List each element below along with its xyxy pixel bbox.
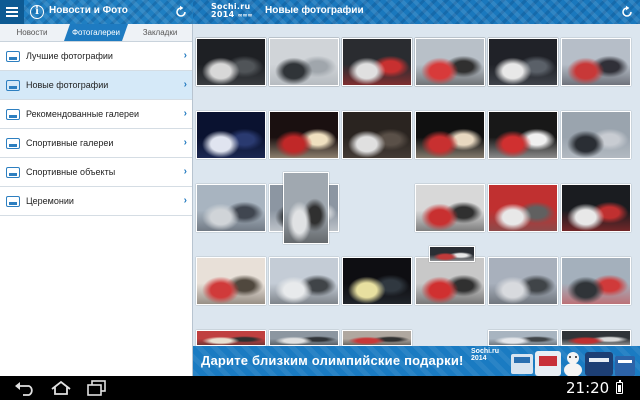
image-icon [6,79,20,91]
recent-apps-icon[interactable] [86,380,108,396]
photo-thumbnail[interactable] [429,246,475,262]
venue-icon [6,166,20,178]
photo-thumbnail[interactable] [342,111,412,159]
top-bar: i Новости и Фото Sochi.ru 2014 ∞∞∞ Новые… [0,0,640,24]
photo-thumbnail[interactable] [196,38,266,86]
gallery-icon [6,108,20,120]
photo-thumbnail[interactable] [488,111,558,159]
chevron-right-icon: › [183,166,187,177]
tab-photo-galleries[interactable]: Фотогалереи [64,24,128,41]
photo-thumbnail[interactable] [415,184,485,232]
photo-thumbnail[interactable] [196,184,266,232]
chevron-right-icon: › [183,195,187,206]
photo-thumbnail[interactable] [488,257,558,305]
photo-thumbnail[interactable] [283,172,329,244]
sidebar-item-best-photos[interactable]: Лучшие фотографии › [0,42,192,71]
photo-thumbnail[interactable] [196,257,266,305]
photo-thumbnail[interactable] [269,111,339,159]
logo-year: 2014 [211,10,235,19]
sidebar: Новости Фотогалереи Закладки Лучшие фото… [0,24,193,376]
sidebar-item-label: Лучшие фотографии [26,51,113,61]
menu-icon [6,7,18,17]
refresh-icon[interactable] [174,5,188,19]
back-icon[interactable] [14,380,36,396]
gallery-nav: Лучшие фотографии › Новые фотографии › Р… [0,42,192,216]
photo-thumbnail[interactable] [269,330,339,346]
photo-thumbnail[interactable] [561,184,631,232]
photo-thumbnail[interactable] [342,257,412,305]
photo-thumbnail[interactable] [269,38,339,86]
refresh-icon[interactable] [620,5,634,19]
gallery-icon [6,137,20,149]
sidebar-item-label: Новые фотографии [26,80,109,90]
info-icon[interactable]: i [30,5,44,19]
page-title: Новые фотографии [265,5,364,16]
tab-news[interactable]: Новости [0,24,64,41]
image-icon [6,50,20,62]
photo-thumbnail[interactable] [415,257,485,305]
sochi-logo: Sochi.ru 2014 [471,348,499,362]
sidebar-item-recommended-galleries[interactable]: Рекомендованные галереи › [0,100,192,129]
ceremony-icon [6,195,20,207]
sidebar-header: i Новости и Фото [0,0,193,24]
photo-thumbnail[interactable] [561,111,631,159]
photo-thumbnail[interactable] [561,257,631,305]
photo-thumbnail[interactable] [196,111,266,159]
sidebar-tabs: Новости Фотогалереи Закладки [0,24,192,42]
content-header: Sochi.ru 2014 ∞∞∞ Новые фотографии [193,0,640,24]
photo-thumbnail[interactable] [269,257,339,305]
tab-bookmarks[interactable]: Закладки [128,24,192,41]
sidebar-item-label: Спортивные галереи [26,138,114,148]
photo-thumbnail[interactable] [488,184,558,232]
chevron-right-icon: › [183,108,187,119]
sidebar-item-sport-galleries[interactable]: Спортивные галереи › [0,129,192,158]
ad-banner[interactable]: Дарите близким олимпийские подарки! Soch… [193,346,640,376]
chevron-right-icon: › [183,137,187,148]
sidebar-item-ceremonies[interactable]: Церемонии › [0,187,192,216]
photo-thumbnail[interactable] [342,38,412,86]
sidebar-item-label: Спортивные объекты [26,167,116,177]
sidebar-item-sport-venues[interactable]: Спортивные объекты › [0,158,192,187]
sidebar-item-label: Рекомендованные галереи [26,109,140,119]
menu-button[interactable] [0,0,24,24]
chevron-right-icon: › [183,50,187,61]
photo-grid [196,38,640,346]
logo-year: 2014 [471,355,487,362]
photo-thumbnail[interactable] [561,38,631,86]
photo-thumbnail[interactable] [196,330,266,346]
system-navigation-bar: 21:20 [0,376,640,400]
photo-thumbnail[interactable] [488,38,558,86]
app-window: i Новости и Фото Sochi.ru 2014 ∞∞∞ Новые… [0,0,640,376]
app-title: Новости и Фото [49,5,128,16]
olympic-rings-icon: ∞∞∞ [237,12,253,19]
sochi-logo: Sochi.ru 2014 ∞∞∞ [211,3,253,20]
souvenir-products-image [511,351,635,376]
clock[interactable]: 21:20 [566,379,609,397]
home-icon[interactable] [50,380,72,396]
chevron-right-icon: › [183,79,187,90]
photo-thumbnail[interactable] [415,111,485,159]
sidebar-item-new-photos[interactable]: Новые фотографии › [0,71,192,100]
banner-text: Дарите близким олимпийские подарки! [201,353,464,368]
sidebar-item-label: Церемонии [26,196,74,206]
photo-thumbnail[interactable] [415,38,485,86]
photo-thumbnail[interactable] [488,330,558,346]
battery-icon [616,380,623,394]
logo-text: Sochi.ru [471,348,500,355]
photo-thumbnail[interactable] [342,330,412,346]
photo-thumbnail[interactable] [561,330,631,346]
